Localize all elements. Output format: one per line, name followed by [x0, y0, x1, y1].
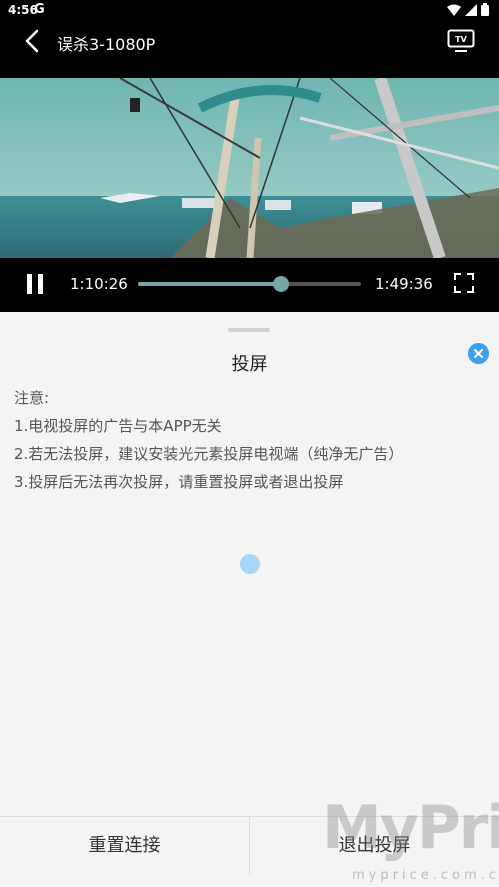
system-icons: [447, 3, 489, 16]
player-controls: 1:10:26 1:49:36: [0, 258, 499, 312]
progress-thumb[interactable]: [272, 276, 289, 292]
signal-icon: [465, 3, 477, 16]
video-title: 误杀3-1080P: [57, 35, 156, 54]
pause-icon[interactable]: [25, 273, 45, 295]
sheet-title: 投屏: [231, 354, 268, 375]
progress-slider[interactable]: [138, 276, 361, 292]
tv-cast-icon[interactable]: TV: [447, 29, 475, 53]
status-bar: 4:56 G: [0, 0, 499, 20]
wifi-icon: [447, 4, 461, 16]
video-frame[interactable]: [0, 78, 499, 258]
progress-fill: [138, 282, 281, 286]
loading-spinner: [240, 554, 260, 574]
notice-line: 1.电视投屏的广告与本APP无关: [14, 417, 222, 435]
drag-handle[interactable]: [228, 328, 270, 332]
reset-connection-button[interactable]: 重置连接: [0, 817, 249, 875]
top-bar: 误杀3-1080P TV: [0, 20, 499, 78]
battery-icon: [481, 3, 489, 16]
notice-heading: 注意:: [14, 389, 50, 407]
watermark-logo: MyPrice: [322, 793, 499, 863]
svg-text:TV: TV: [455, 35, 467, 44]
video-scene-image: [0, 78, 499, 258]
notice-block: 注意: 1.电视投屏的广告与本APP无关 2.若无法投屏，建议安装光元素投屏电视…: [14, 387, 403, 499]
notice-line: 3.投屏后无法再次投屏，请重置投屏或者退出投屏: [14, 473, 344, 491]
watermark-domain: myprice.com.cn: [352, 868, 499, 883]
notice-line: 2.若无法投屏，建议安装光元素投屏电视端（纯净无广告）: [14, 445, 404, 463]
total-time: 1:49:36: [375, 275, 433, 293]
back-arrow-icon[interactable]: [20, 28, 46, 54]
close-icon[interactable]: [468, 343, 489, 364]
current-time: 1:10:26: [70, 275, 128, 293]
fullscreen-icon[interactable]: [453, 272, 475, 294]
google-icon: G: [34, 2, 45, 17]
